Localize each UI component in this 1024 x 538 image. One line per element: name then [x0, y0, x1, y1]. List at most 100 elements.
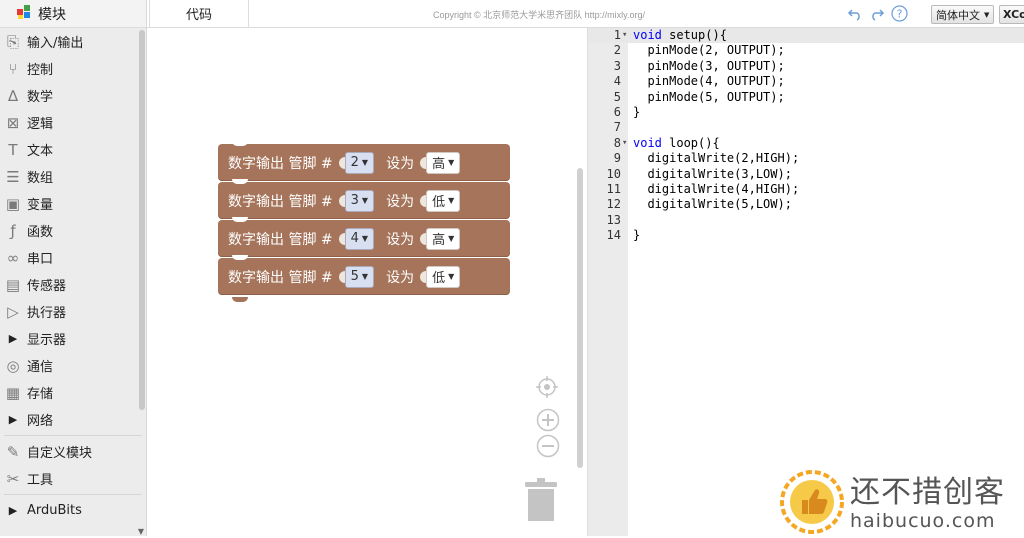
- code-line[interactable]: digitalWrite(5,LOW);: [633, 197, 792, 213]
- control-icon: ⑂: [8, 59, 18, 78]
- code-line[interactable]: }: [633, 105, 640, 121]
- blockly-workspace[interactable]: 数字输出 管脚 #2 ▼ 设为高 ▼ 数字输出 管脚 #3 ▼ 设为低 ▼ 数字输出 管脚 #4…: [147, 28, 587, 536]
- sidebar-item-label: ArduBits: [27, 503, 82, 518]
- sidebar-item-5[interactable]: T 文本: [0, 136, 146, 163]
- array-icon: ☰: [6, 167, 20, 186]
- trash-can-icon[interactable]: [525, 478, 557, 526]
- sidebar-item-8[interactable]: ƒ 函数: [0, 217, 146, 244]
- line-number: 3: [613, 58, 621, 73]
- sidebar-item-9[interactable]: ∞ 串口: [0, 244, 146, 271]
- pin-value: 3: [350, 193, 359, 208]
- undo-icon[interactable]: [847, 7, 863, 25]
- sidebar-item-13[interactable]: ◎ 通信: [0, 352, 146, 379]
- digital-write-block[interactable]: 数字输出 管脚 #3 ▼ 设为低 ▼: [218, 179, 510, 219]
- chevron-down-icon: ▼: [984, 10, 990, 19]
- xcode-button[interactable]: XCode: [999, 5, 1024, 24]
- chevron-down-icon: ▼: [361, 234, 369, 243]
- sidebar-item-10[interactable]: ▤ 传感器: [0, 271, 146, 298]
- sidebar-item-label: 显示器: [27, 333, 67, 348]
- sidebar-item-label: 数组: [27, 171, 54, 186]
- zoom-in-icon[interactable]: [536, 408, 560, 432]
- block-notch: [232, 217, 248, 222]
- sidebar-item-7[interactable]: ▣ 变量: [0, 190, 146, 217]
- category-list: ⎘ 输入/输出 ⑂ 控制 ∆ 数学 ⊠ 逻辑 T 文本 ☰ 数组 ▣ 变量 ƒ 函数 ∞ 串口 ▤ 传感器 ▷ 执行器 ▶ 显…: [0, 28, 146, 524]
- sidebar-item-2[interactable]: ⑂ 控制: [0, 55, 146, 82]
- redo-icon[interactable]: [869, 7, 885, 25]
- sidebar-item-label: 控制: [27, 63, 54, 78]
- sidebar-item-label: 执行器: [27, 306, 67, 321]
- level-value: 低: [432, 195, 446, 210]
- sidebar-item-label: 数学: [27, 90, 54, 105]
- sidebar-item-1[interactable]: ⎘ 输入/输出: [0, 28, 146, 55]
- line-number: 5: [613, 89, 621, 104]
- pin-dropdown[interactable]: 5 ▼: [344, 265, 375, 288]
- sidebar-item-17[interactable]: ✂ 工具: [0, 465, 146, 492]
- scroll-down-arrow-icon[interactable]: ▼: [138, 527, 144, 536]
- sidebar-item-label: 文本: [27, 144, 54, 159]
- sidebar-scrollbar[interactable]: [139, 30, 145, 410]
- input-output-icon: ⎘: [6, 32, 19, 51]
- sidebar-item-3[interactable]: ∆ 数学: [0, 82, 146, 109]
- recenter-icon[interactable]: [536, 376, 558, 398]
- code-line[interactable]: digitalWrite(4,HIGH);: [633, 182, 799, 198]
- chevron-down-icon: ▼: [448, 196, 455, 205]
- toolbox-sidebar: 模块 ⎘ 输入/输出 ⑂ 控制 ∆ 数学 ⊠ 逻辑 T 文本 ☰ 数组 ▣ 变量 ƒ 函数 ∞ 串口 ▤ 传感器 ▷ 执行…: [0, 0, 147, 536]
- code-line[interactable]: pinMode(4, OUTPUT);: [633, 74, 784, 90]
- block-label: 数字输出 管脚 #: [228, 231, 333, 248]
- workspace-scrollbar[interactable]: [577, 168, 583, 468]
- level-dropdown[interactable]: 高 ▼: [426, 151, 461, 174]
- code-line[interactable]: }: [633, 228, 640, 244]
- language-label: 简体中文: [936, 8, 980, 22]
- keyword-token: void: [633, 135, 662, 150]
- fold-toggle-icon[interactable]: ▾: [622, 136, 627, 152]
- level-dropdown[interactable]: 低 ▼: [426, 265, 461, 288]
- digital-write-block[interactable]: 数字输出 管脚 #2 ▼ 设为高 ▼: [218, 141, 510, 181]
- variable-icon: ▣: [5, 194, 21, 213]
- watermark-en-text: haibucuo.com: [850, 509, 996, 532]
- input-socket: [338, 270, 345, 283]
- tab-code[interactable]: 代码: [149, 0, 249, 27]
- level-dropdown[interactable]: 高 ▼: [426, 227, 461, 250]
- thumbs-up-logo-icon: [780, 470, 844, 538]
- sidebar-item-14[interactable]: ▦ 存储: [0, 379, 146, 406]
- code-token: setup(){: [661, 28, 727, 42]
- sidebar-item-label: 串口: [27, 252, 54, 267]
- sidebar-item-12[interactable]: ▶ 显示器: [0, 325, 146, 352]
- input-socket: [338, 232, 345, 245]
- sidebar-item-11[interactable]: ▷ 执行器: [0, 298, 146, 325]
- zoom-out-icon[interactable]: [536, 434, 560, 458]
- code-line[interactable]: digitalWrite(2,HIGH);: [633, 151, 799, 167]
- sidebar-item-15[interactable]: ▶ 网络: [0, 406, 146, 433]
- pin-dropdown[interactable]: 3 ▼: [344, 189, 375, 212]
- custom-module-icon: ✎: [6, 442, 20, 461]
- set-label: 设为: [386, 155, 415, 172]
- digital-write-block[interactable]: 数字输出 管脚 #5 ▼ 设为低 ▼: [218, 255, 510, 295]
- code-line[interactable]: pinMode(3, OUTPUT);: [633, 59, 784, 75]
- sidebar-separator: [4, 435, 142, 436]
- line-number: 6: [613, 105, 621, 119]
- code-line[interactable]: pinMode(2, OUTPUT);: [633, 43, 784, 59]
- code-line[interactable]: void setup(){: [633, 28, 727, 44]
- digital-write-block[interactable]: 数字输出 管脚 #4 ▼ 设为高 ▼: [218, 217, 510, 257]
- pin-value: 2: [350, 155, 359, 170]
- level-value: 高: [432, 233, 446, 248]
- set-label: 设为: [386, 269, 415, 286]
- sidebar-item-16[interactable]: ✎ 自定义模块: [0, 438, 146, 465]
- help-icon[interactable]: ?: [891, 5, 908, 26]
- sidebar-item-18[interactable]: ▶ ArduBits: [0, 497, 146, 524]
- code-editor[interactable]: 1 ▾ void setup(){2 pinMode(2, OUTPUT); 3 pi…: [587, 28, 1024, 536]
- chevron-down-icon: ▼: [361, 196, 369, 205]
- pin-dropdown[interactable]: 2 ▼: [344, 151, 375, 174]
- code-line[interactable]: void loop(){: [633, 136, 720, 152]
- code-line[interactable]: pinMode(5, OUTPUT);: [633, 90, 784, 106]
- code-line[interactable]: digitalWrite(3,LOW);: [633, 167, 792, 183]
- line-number: 11: [606, 182, 621, 196]
- fold-toggle-icon[interactable]: ▾: [622, 28, 627, 44]
- pin-dropdown[interactable]: 4 ▼: [344, 227, 375, 250]
- sidebar-item-6[interactable]: ☰ 数组: [0, 163, 146, 190]
- line-number: 4: [613, 74, 621, 89]
- sidebar-item-4[interactable]: ⊠ 逻辑: [0, 109, 146, 136]
- toolbox-title: 模块: [38, 6, 66, 23]
- language-select[interactable]: 简体中文 ▼: [931, 5, 995, 24]
- level-dropdown[interactable]: 低 ▼: [426, 189, 461, 212]
